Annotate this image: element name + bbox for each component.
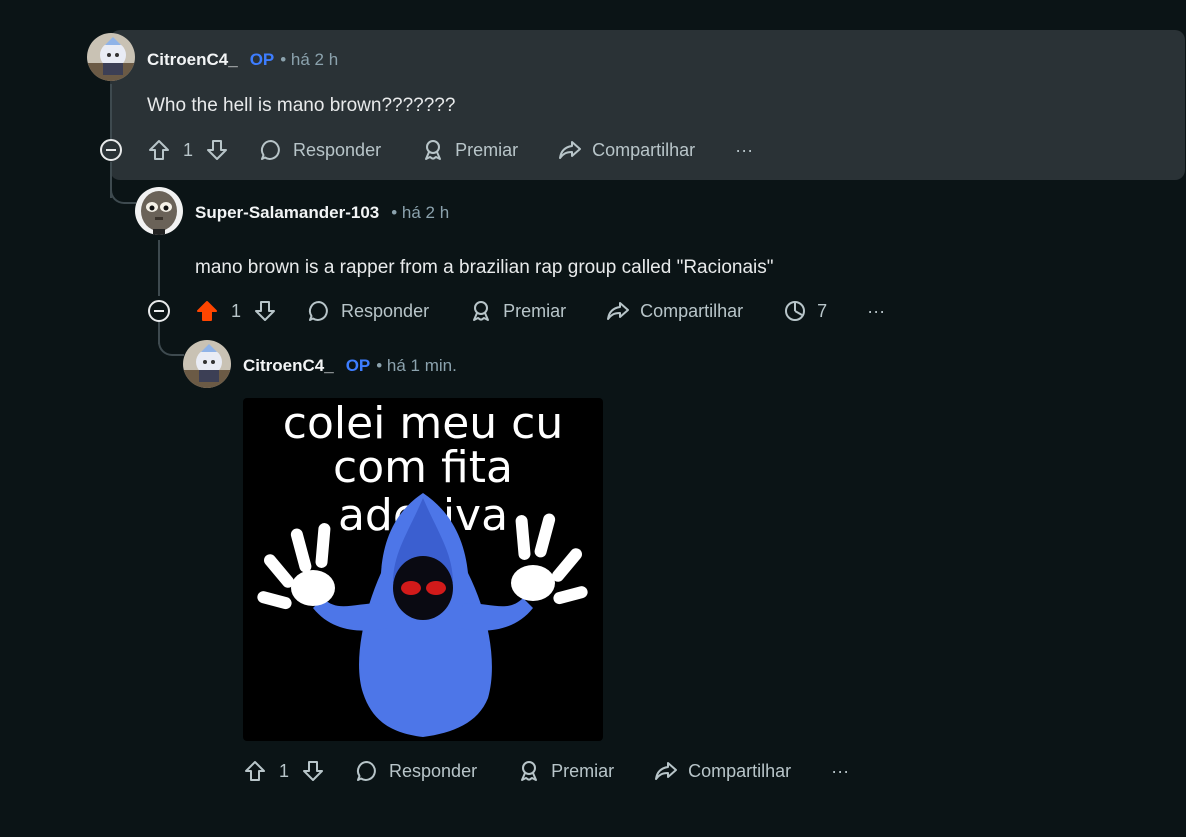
more-options-button[interactable]: ··· — [831, 761, 849, 782]
award-button[interactable]: Premiar — [517, 759, 614, 783]
comment-body: Who the hell is mano brown??????? — [147, 95, 456, 116]
upvote-icon[interactable] — [195, 299, 219, 323]
vote-count: 1 — [279, 760, 290, 781]
comment-bubble-icon — [357, 760, 376, 781]
award-button[interactable]: Premiar — [421, 138, 518, 162]
thread-line — [110, 84, 112, 140]
reply-label: Responder — [341, 300, 430, 321]
award-icon — [521, 761, 538, 781]
reply-label: Responder — [293, 139, 382, 160]
views-button[interactable]: 7 — [783, 299, 827, 323]
comment-meta: CitroenC4_ OP • há 1 min. — [243, 356, 457, 376]
vote-count: 1 — [183, 139, 194, 160]
collapse-icon[interactable] — [148, 300, 170, 322]
op-badge: OP — [345, 356, 371, 375]
award-label: Premiar — [503, 300, 567, 321]
award-button[interactable]: Premiar — [469, 299, 566, 323]
upvote-icon[interactable] — [243, 759, 267, 783]
thread-line — [158, 240, 160, 296]
downvote-icon[interactable] — [301, 759, 325, 783]
timestamp[interactable]: • há 2 h — [391, 203, 449, 223]
award-icon — [425, 140, 442, 160]
reply-label: Responder — [389, 760, 478, 781]
more-icon: ··· — [867, 300, 886, 321]
more-icon: ··· — [735, 139, 754, 160]
share-icon — [655, 762, 678, 780]
vote-group: 1 — [195, 299, 277, 323]
comment-meta: Super-Salamander-103 • há 2 h — [195, 203, 449, 223]
share-icon — [559, 141, 582, 159]
comment-body: mano brown is a rapper from a brazilian … — [195, 257, 774, 278]
avatar[interactable] — [183, 340, 231, 388]
downvote-icon[interactable] — [253, 299, 277, 323]
share-label: Compartilhar — [688, 760, 792, 781]
reply-button[interactable]: Responder — [355, 759, 477, 783]
comment-bubble-icon — [309, 300, 328, 321]
views-icon — [785, 301, 806, 321]
more-options-button[interactable]: ··· — [735, 140, 753, 161]
share-label: Compartilhar — [592, 139, 696, 160]
comment-actions: 1 Responder Premiar Compartilhar ··· — [243, 754, 889, 788]
comment-bubble-icon — [261, 139, 280, 160]
vote-count: 1 — [231, 300, 242, 321]
share-button[interactable]: Compartilhar — [558, 138, 695, 162]
timestamp[interactable]: • há 2 h — [280, 50, 338, 70]
hooded-figure-illustration — [257, 493, 588, 737]
username[interactable]: CitroenC4_ — [243, 356, 334, 376]
comment-meta: CitroenC4_ OP • há 2 h — [147, 50, 338, 70]
share-icon — [607, 302, 630, 320]
vote-group: 1 — [147, 138, 229, 162]
meme-image[interactable]: colei meu cu com fita adesiva — [243, 398, 603, 741]
more-options-button[interactable]: ··· — [867, 301, 885, 322]
award-label: Premiar — [455, 139, 519, 160]
timestamp[interactable]: • há 1 min. — [376, 356, 457, 376]
vote-group: 1 — [243, 759, 325, 783]
meme-caption-line: colei meu cu — [282, 398, 564, 449]
avatar[interactable] — [135, 187, 183, 235]
share-button[interactable]: Compartilhar — [654, 759, 791, 783]
username[interactable]: CitroenC4_ — [147, 50, 238, 70]
username[interactable]: Super-Salamander-103 — [195, 203, 379, 223]
views-count: 7 — [817, 300, 828, 321]
downvote-icon[interactable] — [205, 138, 229, 162]
comment-actions: 1 Responder Premiar Compartilhar ··· — [147, 133, 793, 167]
reply-button[interactable]: Responder — [259, 138, 381, 162]
reply-button[interactable]: Responder — [307, 299, 429, 323]
share-button[interactable]: Compartilhar — [606, 299, 743, 323]
avatar[interactable] — [87, 33, 135, 81]
award-label: Premiar — [551, 760, 615, 781]
share-label: Compartilhar — [640, 300, 744, 321]
upvote-icon[interactable] — [147, 138, 171, 162]
thread-curve — [158, 330, 184, 356]
collapse-icon[interactable] — [100, 139, 122, 161]
op-badge: OP — [249, 50, 275, 69]
award-icon — [473, 301, 490, 321]
comment-actions: 1 Responder Premiar Compartilhar 7 ··· — [195, 294, 925, 328]
more-icon: ··· — [831, 760, 850, 781]
thread-curve — [110, 178, 136, 204]
